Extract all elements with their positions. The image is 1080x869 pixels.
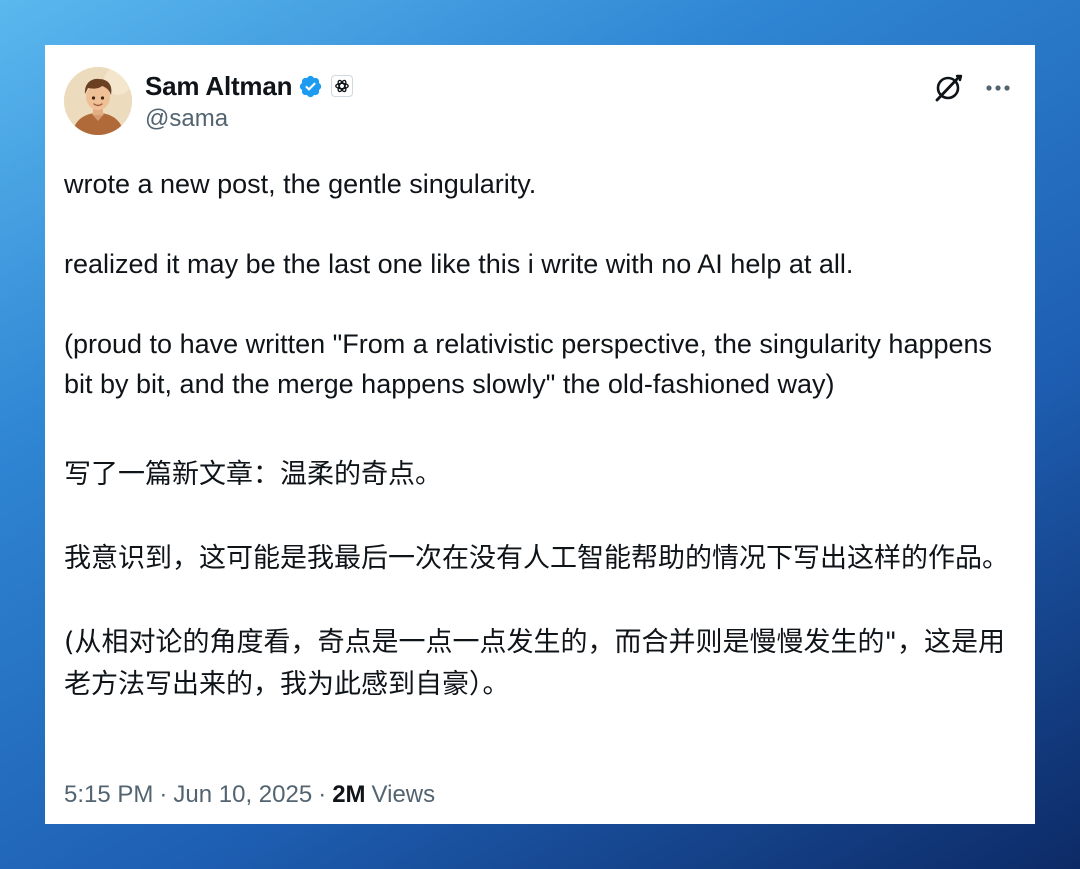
- views-label[interactable]: Views: [372, 781, 436, 809]
- separator: ·: [159, 781, 168, 808]
- tweet-paragraph: 写了一篇新文章：温柔的奇点。: [64, 459, 442, 490]
- avatar[interactable]: [64, 67, 132, 135]
- display-name[interactable]: Sam Altman: [145, 71, 293, 102]
- tweet-paragraph: (从相对论的角度看，奇点是一点一点发生的，而合并则是慢慢发生的"，这是用老方法写…: [64, 627, 1005, 700]
- more-icon[interactable]: [983, 73, 1013, 103]
- tweet-paragraph: realized it may be the last one like thi…: [64, 249, 854, 279]
- tweet-paragraph: 我意识到，这可能是我最后一次在没有人工智能帮助的情况下写出这样的作品。: [64, 543, 1009, 574]
- tweet-time[interactable]: 5:15 PM: [64, 781, 153, 809]
- tweet-card: Sam Altman @sama wrote a new post, the g…: [45, 45, 1035, 824]
- name-row: Sam Altman: [145, 69, 354, 103]
- tweet-text-zh: 写了一篇新文章：温柔的奇点。 我意识到，这可能是我最后一次在没有人工智能帮助的情…: [64, 454, 1014, 706]
- openai-logo-icon[interactable]: [331, 75, 354, 97]
- tweet-paragraph: (proud to have written "From a relativis…: [64, 329, 993, 399]
- grok-icon[interactable]: [933, 73, 963, 103]
- tweet-header: Sam Altman @sama: [64, 67, 1013, 135]
- tweet-text-en: wrote a new post, the gentle singularity…: [64, 164, 1014, 404]
- tweet-meta: 5:15 PM · Jun 10, 2025 · 2M Views: [64, 781, 435, 809]
- verified-badge-icon[interactable]: [298, 74, 323, 99]
- author-block: Sam Altman @sama: [145, 69, 354, 133]
- views-count[interactable]: 2M: [332, 781, 365, 809]
- handle[interactable]: @sama: [145, 105, 353, 133]
- tweet-date[interactable]: Jun 10, 2025: [173, 781, 312, 809]
- separator: ·: [318, 781, 327, 808]
- tweet-paragraph: wrote a new post, the gentle singularity…: [64, 169, 537, 199]
- avatar-illustration: [64, 67, 132, 135]
